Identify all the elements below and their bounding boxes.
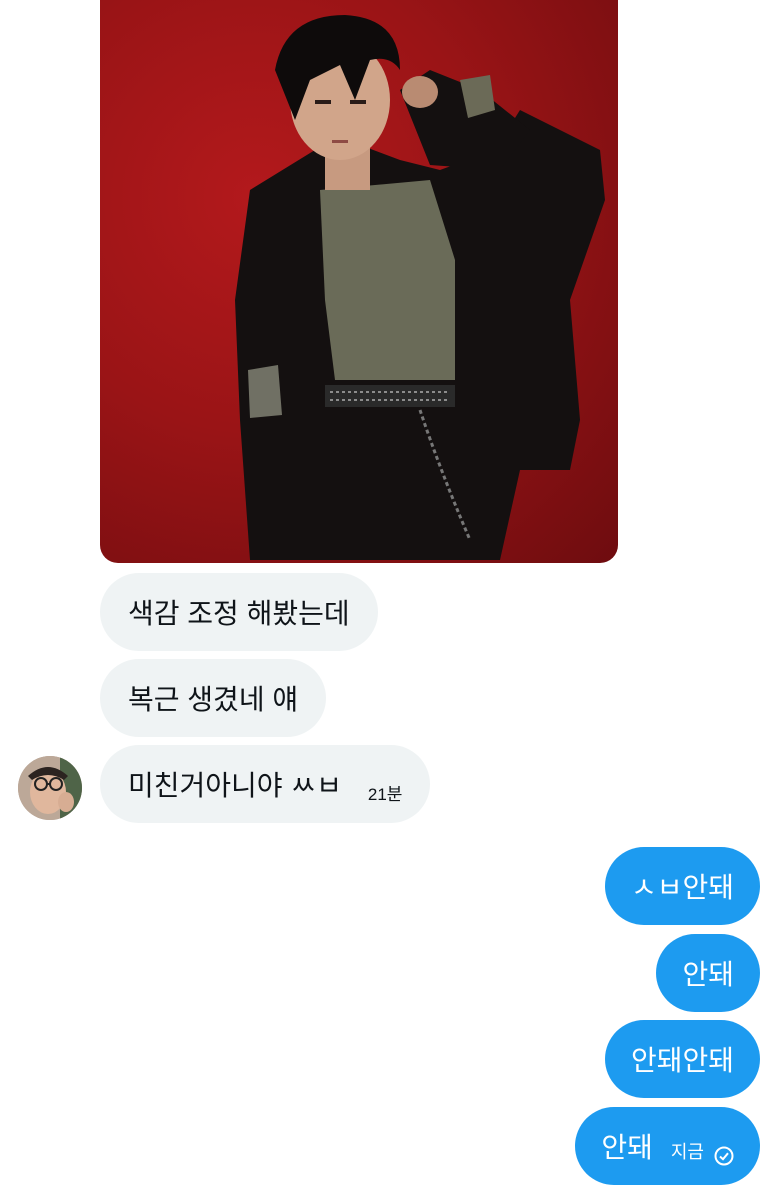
message-timestamp: 21분 <box>367 784 403 804</box>
outgoing-message[interactable]: 안돼안돼 <box>604 1020 760 1098</box>
avatar[interactable] <box>18 756 82 820</box>
message-timestamp: 지금 <box>670 1142 704 1162</box>
incoming-message[interactable]: 색감 조정 해봤는데 <box>100 573 378 651</box>
message-text: 색감 조정 해봤는데 <box>128 598 350 629</box>
incoming-message[interactable]: 미친거아니야 ㅆㅂ 21분 <box>100 745 431 823</box>
message-text: 복근 생겼네 얘 <box>128 684 299 715</box>
outgoing-message[interactable]: 안돼 지금 <box>575 1107 760 1185</box>
incoming-message[interactable]: 복근 생겼네 얘 <box>100 659 327 737</box>
shared-photo[interactable] <box>100 0 618 563</box>
message-text: 안돼 <box>682 959 734 990</box>
avatar-image <box>18 756 82 820</box>
message-text: 미친거아니야 ㅆㅂ <box>128 770 342 801</box>
outgoing-message[interactable]: ㅅㅂ안돼 <box>604 847 760 925</box>
check-circle-icon <box>714 1141 734 1166</box>
photo-image <box>235 15 605 560</box>
message-text: 안돼안돼 <box>630 1045 734 1076</box>
message-text: 안돼 <box>601 1132 653 1163</box>
message-text: ㅅㅂ안돼 <box>630 872 734 903</box>
outgoing-message[interactable]: 안돼 <box>656 934 760 1012</box>
